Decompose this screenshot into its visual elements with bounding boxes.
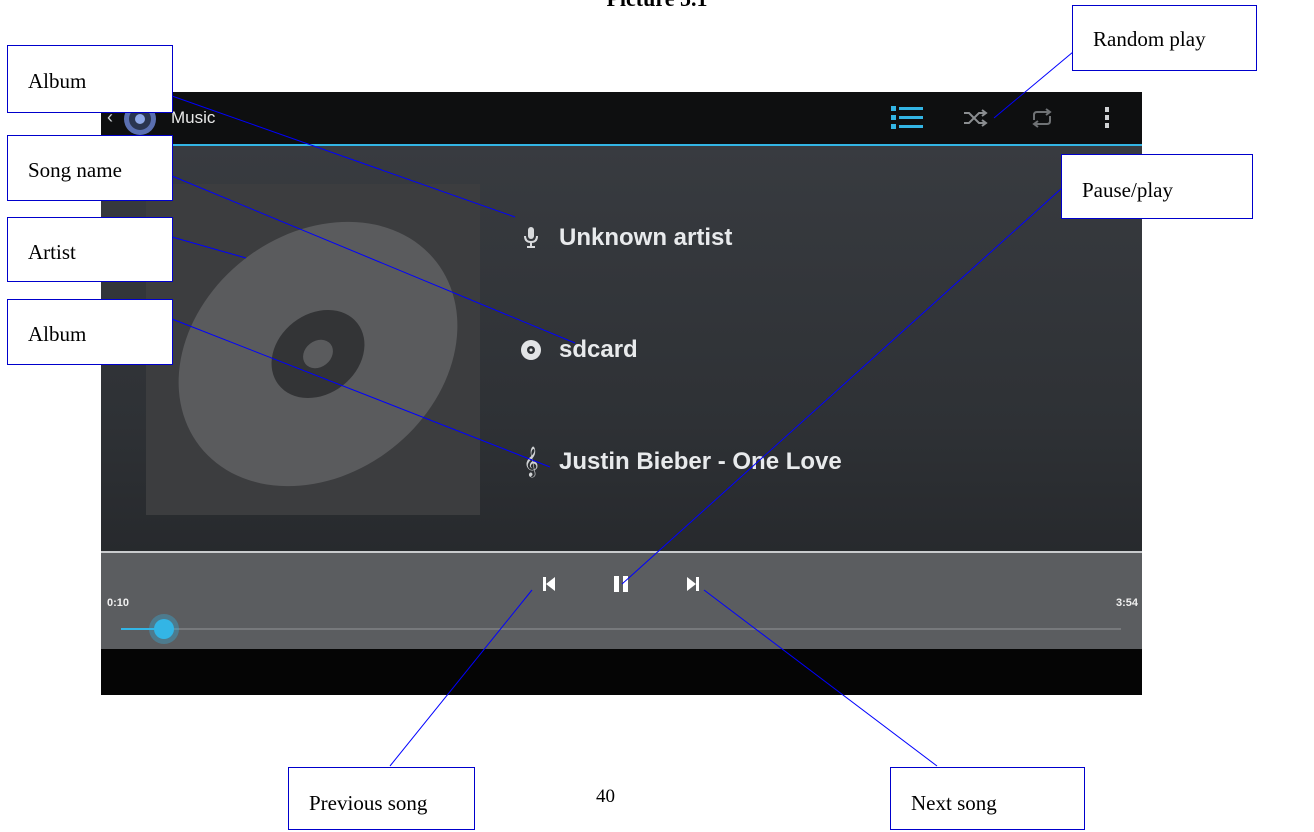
callout-song-name: Song name (7, 135, 173, 201)
album-art (146, 184, 480, 515)
cd-disc-icon (178, 221, 458, 487)
callout-next-song: Next song (890, 767, 1085, 830)
shuffle-icon[interactable] (955, 100, 995, 136)
pause-icon (614, 576, 628, 592)
page-number: 40 (596, 786, 615, 807)
elapsed-time: 0:10 (107, 597, 130, 609)
callout-album-lower: Album (7, 299, 173, 365)
action-bar: ‹ Music (101, 92, 1142, 146)
album-row: sdcard (511, 330, 638, 370)
seek-thumb[interactable] (154, 619, 174, 639)
treble-clef-icon: 𝄞 (523, 446, 539, 477)
playback-controls: 0:10 3:54 (101, 551, 1142, 651)
callout-random-play: Random play (1072, 5, 1257, 71)
callout-previous-song: Previous song (288, 767, 475, 830)
total-duration: 3:54 (1115, 597, 1138, 609)
previous-button[interactable] (533, 569, 565, 599)
previous-icon (543, 577, 555, 591)
callout-album-top: Album (7, 45, 173, 113)
overflow-menu-icon[interactable] (1087, 100, 1127, 136)
pause-play-button[interactable] (605, 569, 637, 599)
music-player-screen: ‹ Music Unknown artist sdcard 𝄞 Justin B… (101, 92, 1142, 695)
seek-bar[interactable] (121, 628, 1121, 630)
song-title: Justin Bieber - One Love (559, 448, 842, 475)
system-bar (101, 649, 1142, 695)
app-title: Music (171, 108, 216, 127)
album-name: sdcard (559, 336, 638, 363)
next-button[interactable] (677, 569, 709, 599)
list-icon[interactable] (887, 100, 927, 136)
artist-name: Unknown artist (559, 224, 733, 251)
artist-row: Unknown artist (511, 218, 732, 258)
repeat-icon[interactable] (1022, 100, 1062, 136)
microphone-icon (511, 218, 551, 258)
callout-artist: Artist (7, 217, 173, 282)
song-row: 𝄞 Justin Bieber - One Love (511, 442, 842, 482)
callout-pause-play: Pause/play (1061, 154, 1253, 219)
manual-page: Picture 5.1 ‹ Music (0, 0, 1314, 832)
disc-icon (511, 330, 551, 370)
next-icon (687, 577, 699, 591)
